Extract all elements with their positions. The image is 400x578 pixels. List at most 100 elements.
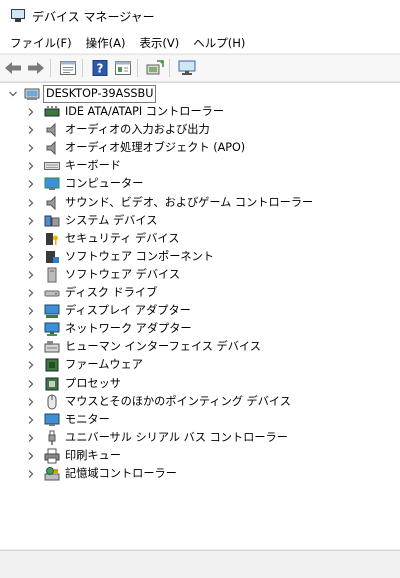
tree-item-row[interactable]: IDE ATA/ATAPI コントローラー — [0, 103, 400, 121]
tree-item-row[interactable]: モニター — [0, 411, 400, 429]
hid-icon — [44, 339, 60, 355]
tree-item-label[interactable]: 記憶域コントローラー — [65, 466, 177, 482]
chevron-right-icon[interactable] — [26, 451, 36, 461]
tree-item-label[interactable]: ディスプレイ アダプター — [65, 303, 191, 319]
ide-controller-icon — [44, 104, 60, 120]
tree-item-row[interactable]: 記憶域コントローラー — [0, 465, 400, 483]
device-tree: DESKTOP-39ASSBU IDE ATA/ATAPI コントローラー オーデ… — [0, 82, 400, 549]
speaker-icon — [44, 140, 60, 156]
chevron-right-icon[interactable] — [26, 107, 36, 117]
back-arrow-icon[interactable] — [3, 58, 23, 78]
chevron-right-icon[interactable] — [26, 270, 36, 280]
chevron-right-icon[interactable] — [26, 469, 36, 479]
menu-view[interactable]: 表示(V) — [133, 33, 185, 53]
tree-item-label[interactable]: オーディオ処理オブジェクト (APO) — [65, 140, 245, 156]
tree-item-row[interactable]: ネットワーク アダプター — [0, 320, 400, 338]
software-device-icon — [44, 267, 60, 283]
device-manager-window: デバイス マネージャー ファイル(F) 操作(A) 表示(V) ヘルプ(H) ? — [0, 0, 400, 578]
chevron-right-icon[interactable] — [26, 397, 36, 407]
help-icon[interactable]: ? — [90, 58, 110, 78]
tree-item-row[interactable]: ソフトウェア デバイス — [0, 266, 400, 284]
chevron-right-icon[interactable] — [26, 342, 36, 352]
tree-item-row[interactable]: ユニバーサル シリアル バス コントローラー — [0, 429, 400, 447]
chevron-right-icon[interactable] — [26, 252, 36, 262]
properties-icon[interactable] — [58, 58, 78, 78]
firmware-icon — [44, 357, 60, 373]
network-adapter-icon — [44, 321, 60, 337]
menu-bar: ファイル(F) 操作(A) 表示(V) ヘルプ(H) — [0, 32, 400, 53]
tree-item-row[interactable]: コンピューター — [0, 175, 400, 193]
keyboard-icon — [44, 158, 60, 174]
tree-item-row[interactable]: キーボード — [0, 157, 400, 175]
chevron-right-icon[interactable] — [26, 161, 36, 171]
chevron-down-icon[interactable] — [8, 89, 18, 99]
chevron-right-icon[interactable] — [26, 306, 36, 316]
chevron-right-icon[interactable] — [26, 360, 36, 370]
menu-file[interactable]: ファイル(F) — [4, 33, 78, 53]
tree-item-label[interactable]: サウンド、ビデオ、およびゲーム コントローラー — [65, 195, 313, 211]
mouse-icon — [44, 394, 60, 410]
tree-item-row[interactable]: セキュリティ デバイス — [0, 230, 400, 248]
tree-item-label[interactable]: ディスク ドライブ — [65, 285, 157, 301]
tree-item-label[interactable]: オーディオの入力および出力 — [65, 122, 210, 138]
tree-item-label[interactable]: ソフトウェア デバイス — [65, 267, 180, 283]
tree-item-label[interactable]: ユニバーサル シリアル バス コントローラー — [65, 430, 288, 446]
tree-item-label[interactable]: プロセッサ — [65, 376, 121, 392]
chevron-right-icon[interactable] — [26, 234, 36, 244]
speaker-icon — [44, 195, 60, 211]
chevron-right-icon[interactable] — [26, 288, 36, 298]
tree-item-label[interactable]: IDE ATA/ATAPI コントローラー — [65, 104, 224, 120]
storage-controller-icon — [44, 466, 60, 482]
tree-item-row[interactable]: 印刷キュー — [0, 447, 400, 465]
chevron-right-icon[interactable] — [26, 198, 36, 208]
tree-item-label[interactable]: マウスとそのほかのポインティング デバイス — [65, 394, 291, 410]
tree-item-label[interactable]: システム デバイス — [65, 213, 157, 229]
tree-item-row[interactable]: オーディオの入力および出力 — [0, 121, 400, 139]
tree-item-label[interactable]: コンピューター — [65, 176, 143, 192]
menu-action[interactable]: 操作(A) — [80, 33, 132, 53]
chevron-right-icon[interactable] — [26, 324, 36, 334]
tree-item-row[interactable]: オーディオ処理オブジェクト (APO) — [0, 139, 400, 157]
usb-icon — [44, 430, 60, 446]
scan-hardware-icon[interactable] — [177, 58, 197, 78]
toolbar: ? — [0, 54, 400, 82]
tree-item-row[interactable]: システム デバイス — [0, 212, 400, 230]
menu-help[interactable]: ヘルプ(H) — [187, 33, 251, 53]
tree-item-row[interactable]: サウンド、ビデオ、およびゲーム コントローラー — [0, 194, 400, 212]
chevron-right-icon[interactable] — [26, 216, 36, 226]
status-bar — [0, 550, 400, 578]
tree-item-label[interactable]: セキュリティ デバイス — [65, 231, 179, 247]
toolbar-separator — [50, 59, 51, 77]
tree-item-row[interactable]: ソフトウェア コンポーネント — [0, 248, 400, 266]
tree-item-label[interactable]: ファームウェア — [65, 357, 143, 373]
forward-arrow-icon[interactable] — [26, 58, 46, 78]
chevron-right-icon[interactable] — [26, 379, 36, 389]
tree-item-row[interactable]: マウスとそのほかのポインティング デバイス — [0, 393, 400, 411]
tree-item-row[interactable]: ヒューマン インターフェイス デバイス — [0, 338, 400, 356]
tree-item-row[interactable]: ディスプレイ アダプター — [0, 302, 400, 320]
tree-item-label[interactable]: モニター — [65, 412, 110, 428]
show-hidden-icon[interactable] — [113, 58, 133, 78]
window-title: デバイス マネージャー — [32, 9, 155, 24]
tree-item-label[interactable]: ヒューマン インターフェイス デバイス — [65, 339, 261, 355]
tree-root-label[interactable]: DESKTOP-39ASSBU — [43, 85, 157, 103]
chevron-right-icon[interactable] — [26, 179, 36, 189]
display-adapter-icon — [44, 303, 60, 319]
speaker-icon — [44, 122, 60, 138]
tree-item-row[interactable]: ファームウェア — [0, 356, 400, 374]
chevron-right-icon[interactable] — [26, 125, 36, 135]
chevron-right-icon[interactable] — [26, 143, 36, 153]
chevron-right-icon[interactable] — [26, 415, 36, 425]
computer-icon — [44, 176, 60, 192]
tree-item-label[interactable]: 印刷キュー — [65, 448, 121, 464]
update-driver-icon[interactable] — [145, 58, 165, 78]
tree-root-row[interactable]: DESKTOP-39ASSBU — [0, 85, 400, 103]
processor-icon — [44, 376, 60, 392]
tree-item-label[interactable]: ソフトウェア コンポーネント — [65, 249, 214, 265]
tree-item-row[interactable]: ディスク ドライブ — [0, 284, 400, 302]
security-key-icon — [44, 231, 60, 247]
tree-item-label[interactable]: キーボード — [65, 158, 121, 174]
tree-item-label[interactable]: ネットワーク アダプター — [65, 321, 192, 337]
chevron-right-icon[interactable] — [26, 433, 36, 443]
tree-item-row[interactable]: プロセッサ — [0, 375, 400, 393]
